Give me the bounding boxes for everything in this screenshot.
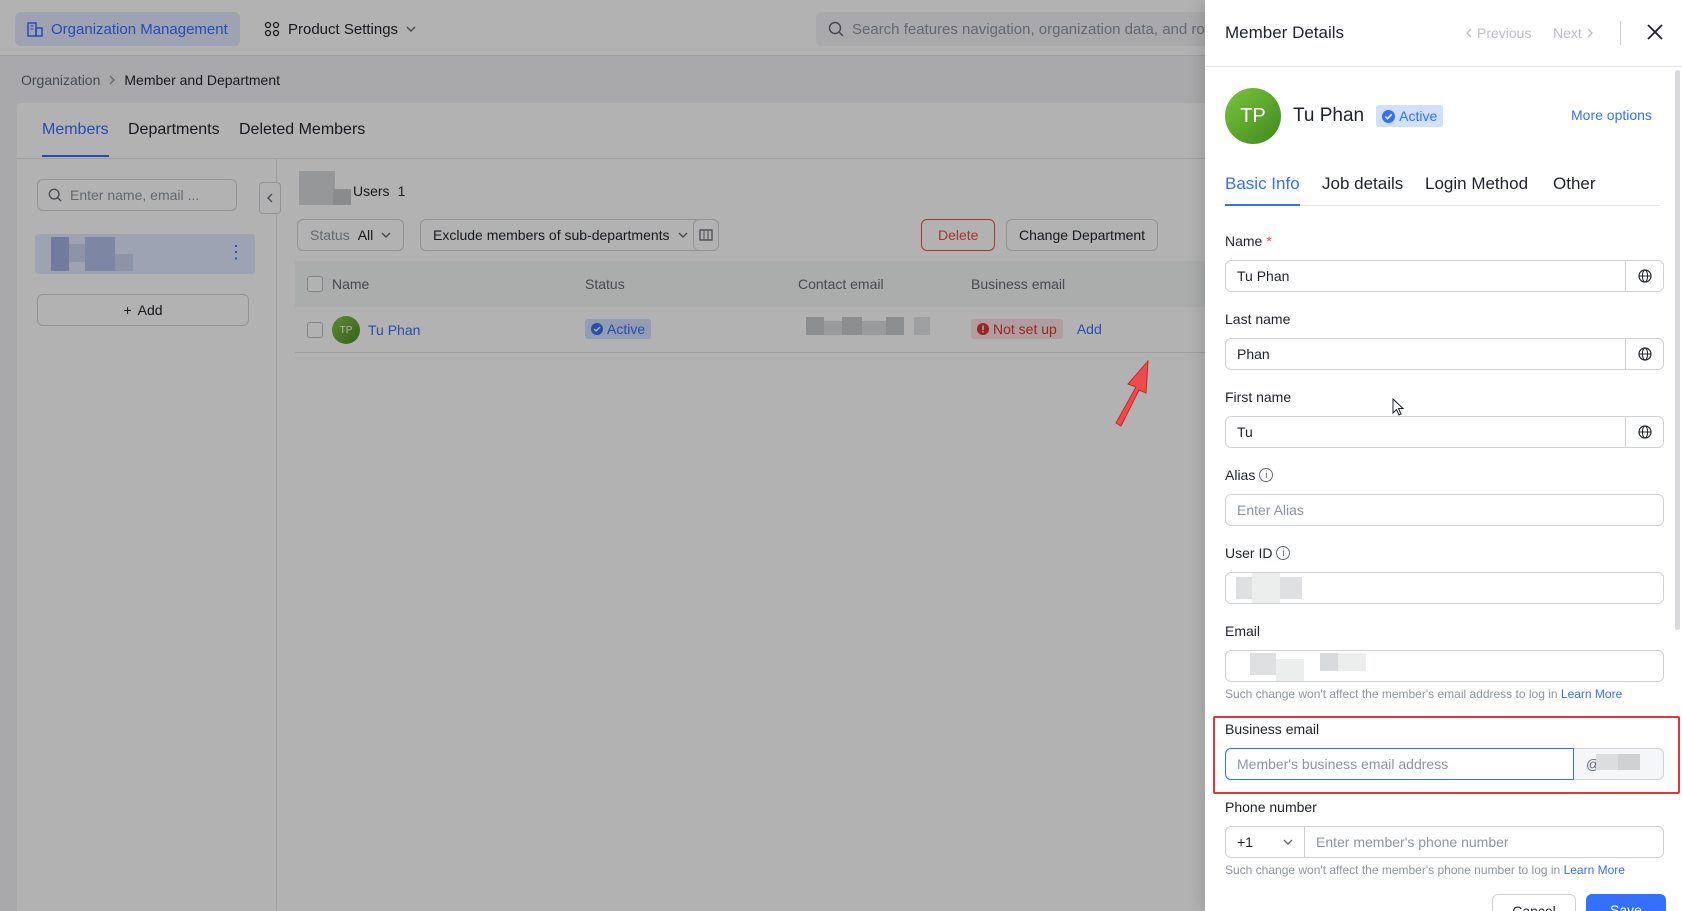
- learn-more-link[interactable]: Learn More: [1561, 687, 1622, 701]
- info-icon[interactable]: i: [1259, 468, 1274, 482]
- name-label: Name *: [1225, 233, 1272, 249]
- more-options-link[interactable]: More options: [1571, 107, 1652, 123]
- avatar: TP: [1225, 88, 1281, 144]
- globe-icon[interactable]: [1625, 339, 1663, 369]
- phone-number-label: Phone number: [1225, 799, 1317, 815]
- check-circle-icon: [1382, 109, 1396, 123]
- tab-basic-info[interactable]: Basic Info: [1225, 174, 1300, 206]
- country-code-select[interactable]: +1: [1225, 826, 1305, 858]
- learn-more-link[interactable]: Learn More: [1564, 863, 1625, 877]
- drawer-title: Member Details: [1225, 23, 1345, 42]
- next-label: Next: [1553, 25, 1582, 41]
- status-badge: Active: [1376, 105, 1444, 127]
- email-field[interactable]: [1225, 650, 1664, 682]
- tab-other[interactable]: Other: [1553, 174, 1596, 194]
- alias-label: Alias i: [1225, 467, 1274, 483]
- last-name-field[interactable]: Phan: [1225, 338, 1664, 370]
- chevron-down-icon: [1283, 839, 1293, 845]
- email-label: Email: [1225, 623, 1261, 639]
- user-id-field[interactable]: [1225, 572, 1664, 604]
- tab-job-details[interactable]: Job details: [1322, 174, 1403, 194]
- mouse-cursor-icon: [1392, 398, 1405, 416]
- phone-help-text: Such change won't affect the member's ph…: [1225, 863, 1625, 877]
- name-field-value: Tu Phan: [1237, 268, 1290, 284]
- phone-number-field: +1 Enter member's phone number: [1225, 826, 1664, 858]
- close-icon[interactable]: [1643, 20, 1667, 44]
- alias-placeholder: Enter Alias: [1237, 502, 1304, 518]
- save-label: Save: [1610, 902, 1642, 911]
- drawer-header: Member Details Previous Next: [1205, 0, 1682, 67]
- chevron-left-icon: [1466, 28, 1472, 38]
- tab-login-method[interactable]: Login Method: [1425, 174, 1528, 194]
- name-label-text: Name: [1225, 233, 1263, 249]
- red-highlight-annotation: [1213, 716, 1680, 794]
- cancel-button[interactable]: Cancel: [1492, 894, 1576, 911]
- first-name-field[interactable]: Tu: [1225, 416, 1664, 448]
- scrollbar[interactable]: [1675, 70, 1680, 630]
- phone-help-label: Such change won't affect the member's ph…: [1225, 863, 1561, 877]
- cancel-label: Cancel: [1512, 903, 1556, 911]
- last-name-label: Last name: [1225, 311, 1291, 327]
- required-asterisk: *: [1266, 233, 1272, 249]
- chevron-right-icon: [1587, 28, 1593, 38]
- red-arrow-annotation: [1115, 359, 1149, 427]
- status-badge-label: Active: [1399, 108, 1438, 124]
- name-field[interactable]: Tu Phan: [1225, 260, 1664, 292]
- previous-label: Previous: [1477, 25, 1532, 41]
- first-name-field-value: Tu: [1237, 424, 1253, 440]
- last-name-field-value: Phan: [1237, 346, 1270, 362]
- email-help-label: Such change won't affect the member's em…: [1225, 687, 1558, 701]
- member-name: Tu Phan: [1293, 105, 1365, 126]
- save-button[interactable]: Save: [1586, 894, 1666, 911]
- info-icon[interactable]: i: [1276, 546, 1291, 560]
- alias-label-text: Alias: [1225, 467, 1256, 483]
- phone-number-placeholder: Enter member's phone number: [1316, 834, 1509, 850]
- next-button[interactable]: Next: [1553, 25, 1594, 41]
- globe-icon[interactable]: [1625, 261, 1663, 291]
- country-code-value: +1: [1237, 834, 1253, 850]
- first-name-label: First name: [1225, 389, 1292, 405]
- blurred-user-id: [1226, 573, 1663, 603]
- drawer-tabs: Basic Info Job details Login Method Othe…: [1225, 172, 1660, 206]
- alias-field[interactable]: Enter Alias: [1225, 494, 1664, 526]
- phone-number-input[interactable]: Enter member's phone number: [1305, 826, 1664, 858]
- member-details-drawer: Member Details Previous Next TP Tu Phan …: [1205, 0, 1682, 911]
- user-id-label: User ID i: [1225, 545, 1291, 561]
- email-help-text: Such change won't affect the member's em…: [1225, 687, 1622, 701]
- header-divider: [1620, 21, 1621, 45]
- user-id-label-text: User ID: [1225, 545, 1273, 561]
- previous-button[interactable]: Previous: [1465, 25, 1531, 41]
- blurred-email: [1226, 651, 1663, 681]
- member-profile: TP Tu Phan Active: [1225, 88, 1444, 144]
- globe-icon[interactable]: [1625, 417, 1663, 447]
